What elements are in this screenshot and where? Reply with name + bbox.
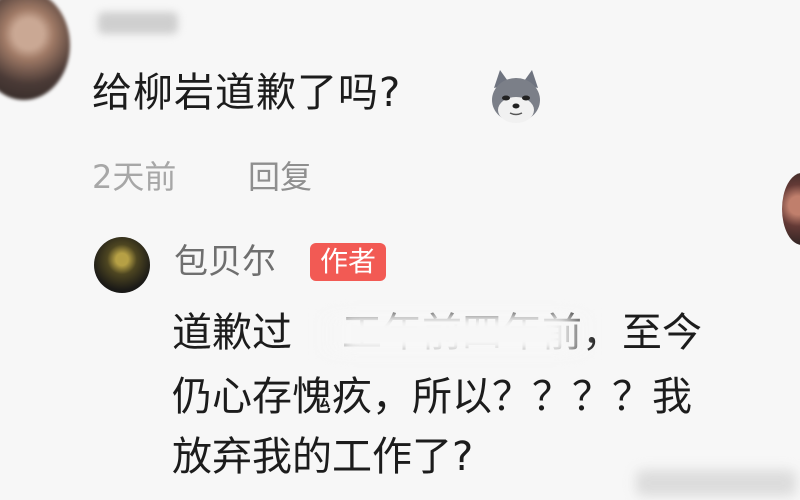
side-user-avatar[interactable] (782, 173, 800, 245)
author-reply-line-2: 仍心存愧疚，所以？？？？我 (172, 374, 692, 420)
watermark-blurred (636, 470, 796, 496)
comment-timestamp: 2天前 (92, 158, 177, 196)
top-comment-text: 给柳岩道歉了吗? (92, 70, 402, 116)
reply-button[interactable]: 回复 (248, 152, 312, 198)
author-username[interactable]: 包贝尔 (174, 234, 276, 283)
author-reply-line-3: 放弃我的工作了? (172, 434, 474, 480)
author-avatar[interactable] (94, 237, 150, 293)
top-commenter-name-blurred (98, 12, 178, 34)
author-badge: 作者 (310, 243, 387, 281)
reply-text-segment-1: 道歉过 (172, 310, 292, 356)
censor-blur (315, 313, 595, 355)
top-commenter-avatar[interactable] (0, 0, 70, 100)
doge-emoji-icon (492, 70, 540, 123)
